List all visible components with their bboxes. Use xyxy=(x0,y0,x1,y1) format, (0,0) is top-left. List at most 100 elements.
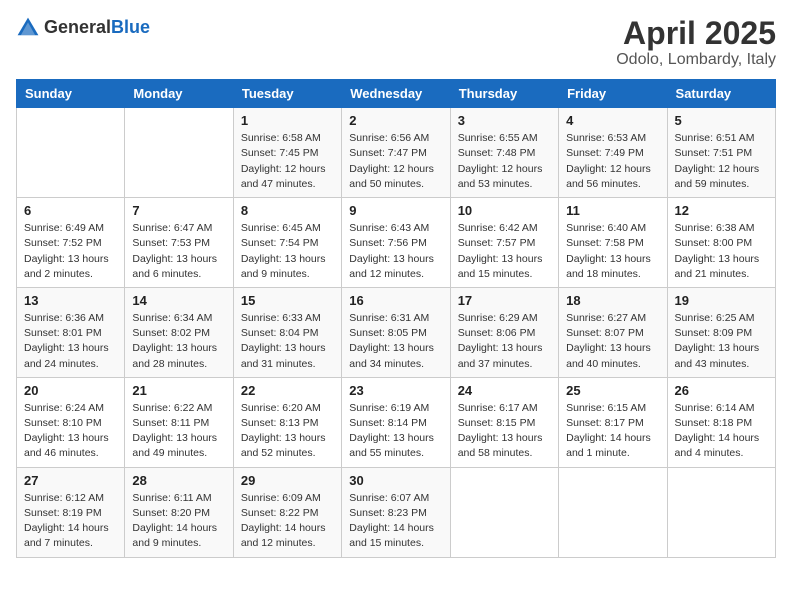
calendar-cell: 13Sunrise: 6:36 AM Sunset: 8:01 PM Dayli… xyxy=(17,287,125,377)
day-number: 15 xyxy=(241,293,334,308)
day-number: 18 xyxy=(566,293,659,308)
day-number: 5 xyxy=(675,113,768,128)
day-number: 2 xyxy=(349,113,442,128)
day-info: Sunrise: 6:17 AM Sunset: 8:15 PM Dayligh… xyxy=(458,401,551,462)
day-info: Sunrise: 6:45 AM Sunset: 7:54 PM Dayligh… xyxy=(241,221,334,282)
day-number: 19 xyxy=(675,293,768,308)
logo: GeneralBlue xyxy=(16,16,150,40)
calendar-cell: 25Sunrise: 6:15 AM Sunset: 8:17 PM Dayli… xyxy=(559,377,667,467)
calendar-cell: 26Sunrise: 6:14 AM Sunset: 8:18 PM Dayli… xyxy=(667,377,775,467)
calendar-cell: 14 Sunrise: 6:34 AM Sunset: 8:02 PM Dayli… xyxy=(125,287,233,377)
weekday-header-sunday: Sunday xyxy=(17,80,125,108)
calendar-cell: 16 Sunrise: 6:31 AM Sunset: 8:05 PM Dayli… xyxy=(342,287,450,377)
weekday-header-monday: Monday xyxy=(125,80,233,108)
day-number: 17 xyxy=(458,293,551,308)
weekday-header-wednesday: Wednesday xyxy=(342,80,450,108)
day-info: Sunrise: 6:38 AM Sunset: 8:00 PM Dayligh… xyxy=(675,221,768,282)
day-info: Sunrise: 6:51 AM Sunset: 7:51 PM Dayligh… xyxy=(675,131,768,192)
day-number: 4 xyxy=(566,113,659,128)
day-number: 28 xyxy=(132,473,225,488)
day-info: Sunrise: 6:20 AM Sunset: 8:13 PM Dayligh… xyxy=(241,401,334,462)
logo-blue: Blue xyxy=(111,17,150,37)
day-number: 1 xyxy=(241,113,334,128)
calendar-body: 1 Sunrise: 6:58 AM Sunset: 7:45 PM Daylig… xyxy=(17,108,776,557)
day-info: Sunrise: 6:40 AM Sunset: 7:58 PM Dayligh… xyxy=(566,221,659,282)
calendar-cell: 10 Sunrise: 6:42 AM Sunset: 7:57 PM Dayli… xyxy=(450,198,558,288)
day-info: Sunrise: 6:15 AM Sunset: 8:17 PM Dayligh… xyxy=(566,401,659,462)
calendar-cell xyxy=(17,108,125,198)
day-number: 26 xyxy=(675,383,768,398)
day-number: 14 xyxy=(132,293,225,308)
month-title: April 2025 xyxy=(616,16,776,51)
calendar-cell: 27Sunrise: 6:12 AM Sunset: 8:19 PM Dayli… xyxy=(17,467,125,557)
day-info: Sunrise: 6:43 AM Sunset: 7:56 PM Dayligh… xyxy=(349,221,442,282)
calendar-cell: 1 Sunrise: 6:58 AM Sunset: 7:45 PM Daylig… xyxy=(233,108,341,198)
calendar-cell: 28 Sunrise: 6:11 AM Sunset: 8:20 PM Dayli… xyxy=(125,467,233,557)
calendar-cell: 21Sunrise: 6:22 AM Sunset: 8:11 PM Dayli… xyxy=(125,377,233,467)
day-info: Sunrise: 6:25 AM Sunset: 8:09 PM Dayligh… xyxy=(675,311,768,372)
day-number: 8 xyxy=(241,203,334,218)
calendar-cell: 19 Sunrise: 6:25 AM Sunset: 8:09 PM Dayli… xyxy=(667,287,775,377)
day-number: 21 xyxy=(132,383,225,398)
day-number: 3 xyxy=(458,113,551,128)
day-number: 29 xyxy=(241,473,334,488)
logo-general: General xyxy=(44,17,111,37)
day-info: Sunrise: 6:11 AM Sunset: 8:20 PM Dayligh… xyxy=(132,491,225,552)
day-number: 22 xyxy=(241,383,334,398)
day-info: Sunrise: 6:55 AM Sunset: 7:48 PM Dayligh… xyxy=(458,131,551,192)
day-number: 6 xyxy=(24,203,117,218)
calendar-cell: 15 Sunrise: 6:33 AM Sunset: 8:04 PM Dayli… xyxy=(233,287,341,377)
calendar-cell: 29Sunrise: 6:09 AM Sunset: 8:22 PM Dayli… xyxy=(233,467,341,557)
calendar-cell: 23Sunrise: 6:19 AM Sunset: 8:14 PM Dayli… xyxy=(342,377,450,467)
day-number: 9 xyxy=(349,203,442,218)
calendar-week-1: 1 Sunrise: 6:58 AM Sunset: 7:45 PM Daylig… xyxy=(17,108,776,198)
calendar-cell: 4 Sunrise: 6:53 AM Sunset: 7:49 PM Daylig… xyxy=(559,108,667,198)
day-number: 10 xyxy=(458,203,551,218)
day-info: Sunrise: 6:53 AM Sunset: 7:49 PM Dayligh… xyxy=(566,131,659,192)
day-info: Sunrise: 6:12 AM Sunset: 8:19 PM Dayligh… xyxy=(24,491,117,552)
calendar-cell: 2 Sunrise: 6:56 AM Sunset: 7:47 PM Daylig… xyxy=(342,108,450,198)
day-info: Sunrise: 6:58 AM Sunset: 7:45 PM Dayligh… xyxy=(241,131,334,192)
calendar-week-4: 20Sunrise: 6:24 AM Sunset: 8:10 PM Dayli… xyxy=(17,377,776,467)
calendar-week-5: 27Sunrise: 6:12 AM Sunset: 8:19 PM Dayli… xyxy=(17,467,776,557)
location-title: Odolo, Lombardy, Italy xyxy=(616,51,776,69)
weekday-header-row: SundayMondayTuesdayWednesdayThursdayFrid… xyxy=(17,80,776,108)
day-info: Sunrise: 6:31 AM Sunset: 8:05 PM Dayligh… xyxy=(349,311,442,372)
calendar-cell: 17 Sunrise: 6:29 AM Sunset: 8:06 PM Dayli… xyxy=(450,287,558,377)
day-number: 11 xyxy=(566,203,659,218)
header: GeneralBlue April 2025 Odolo, Lombardy, … xyxy=(16,16,776,69)
calendar-cell: 3 Sunrise: 6:55 AM Sunset: 7:48 PM Daylig… xyxy=(450,108,558,198)
calendar-cell: 11 Sunrise: 6:40 AM Sunset: 7:58 PM Dayli… xyxy=(559,198,667,288)
day-info: Sunrise: 6:24 AM Sunset: 8:10 PM Dayligh… xyxy=(24,401,117,462)
day-info: Sunrise: 6:29 AM Sunset: 8:06 PM Dayligh… xyxy=(458,311,551,372)
calendar-cell xyxy=(559,467,667,557)
calendar-cell xyxy=(125,108,233,198)
calendar-cell: 12 Sunrise: 6:38 AM Sunset: 8:00 PM Dayli… xyxy=(667,198,775,288)
calendar-week-3: 13Sunrise: 6:36 AM Sunset: 8:01 PM Dayli… xyxy=(17,287,776,377)
day-number: 23 xyxy=(349,383,442,398)
day-info: Sunrise: 6:07 AM Sunset: 8:23 PM Dayligh… xyxy=(349,491,442,552)
day-number: 7 xyxy=(132,203,225,218)
day-info: Sunrise: 6:33 AM Sunset: 8:04 PM Dayligh… xyxy=(241,311,334,372)
day-info: Sunrise: 6:36 AM Sunset: 8:01 PM Dayligh… xyxy=(24,311,117,372)
day-number: 12 xyxy=(675,203,768,218)
title-area: April 2025 Odolo, Lombardy, Italy xyxy=(616,16,776,69)
day-info: Sunrise: 6:42 AM Sunset: 7:57 PM Dayligh… xyxy=(458,221,551,282)
day-number: 24 xyxy=(458,383,551,398)
calendar-cell: 7 Sunrise: 6:47 AM Sunset: 7:53 PM Daylig… xyxy=(125,198,233,288)
day-info: Sunrise: 6:47 AM Sunset: 7:53 PM Dayligh… xyxy=(132,221,225,282)
day-number: 30 xyxy=(349,473,442,488)
calendar-cell xyxy=(667,467,775,557)
day-info: Sunrise: 6:49 AM Sunset: 7:52 PM Dayligh… xyxy=(24,221,117,282)
day-number: 16 xyxy=(349,293,442,308)
day-info: Sunrise: 6:34 AM Sunset: 8:02 PM Dayligh… xyxy=(132,311,225,372)
calendar-cell: 24 Sunrise: 6:17 AM Sunset: 8:15 PM Dayli… xyxy=(450,377,558,467)
weekday-header-tuesday: Tuesday xyxy=(233,80,341,108)
calendar-cell: 30 Sunrise: 6:07 AM Sunset: 8:23 PM Dayli… xyxy=(342,467,450,557)
logo-icon xyxy=(16,16,40,40)
calendar-cell: 18 Sunrise: 6:27 AM Sunset: 8:07 PM Dayli… xyxy=(559,287,667,377)
day-info: Sunrise: 6:56 AM Sunset: 7:47 PM Dayligh… xyxy=(349,131,442,192)
calendar-cell: 8 Sunrise: 6:45 AM Sunset: 7:54 PM Daylig… xyxy=(233,198,341,288)
day-info: Sunrise: 6:27 AM Sunset: 8:07 PM Dayligh… xyxy=(566,311,659,372)
weekday-header-friday: Friday xyxy=(559,80,667,108)
